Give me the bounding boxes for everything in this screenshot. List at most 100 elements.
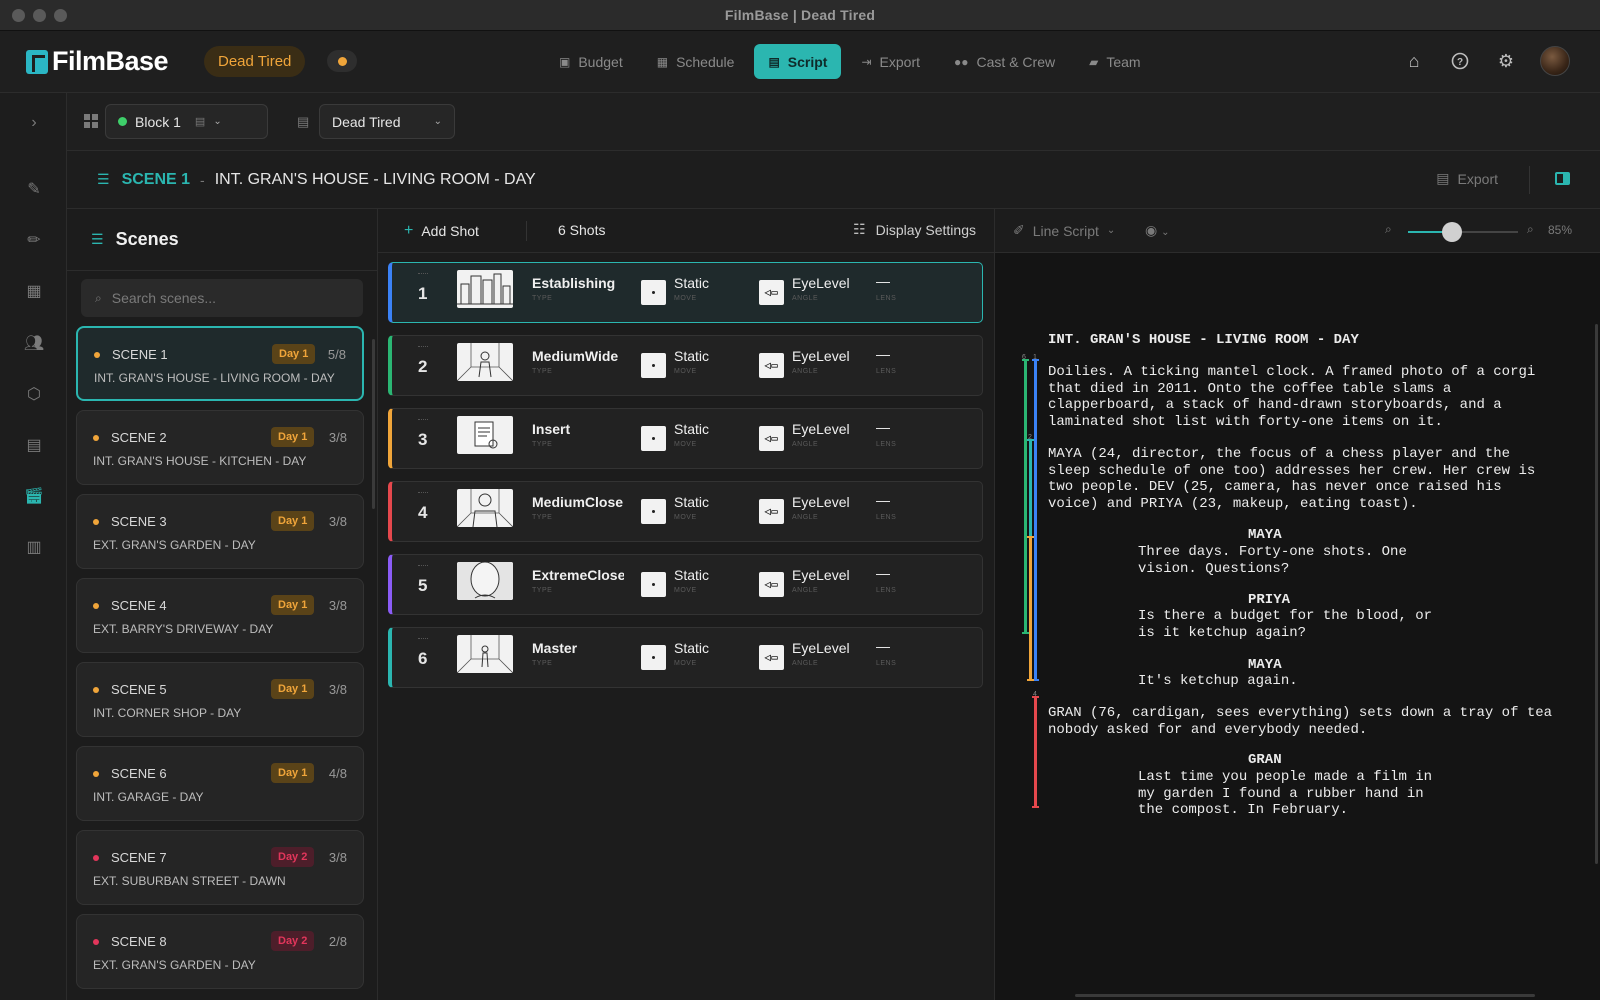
shot-bracket[interactable] — [1022, 359, 1029, 634]
shot-angle[interactable]: EyeLevel — [792, 494, 850, 510]
storyboard-thumbnail[interactable] — [457, 489, 513, 527]
tab-schedule[interactable]: ▦ Schedule — [643, 44, 749, 79]
panel-toggle-icon[interactable] — [1555, 172, 1570, 185]
shot-row[interactable]: 6 Master TYPE Static MOVE ◁▭ EyeLevel ANGLE — LEN… — [388, 627, 983, 688]
shot-type[interactable]: Insert — [532, 421, 624, 437]
storyboard-thumbnail[interactable] — [457, 562, 513, 600]
header-actions: ⌂ ? ⚙ — [1402, 46, 1570, 76]
drag-handle-icon[interactable] — [418, 346, 428, 348]
block-select[interactable]: Block 1 ▤ ⌄ — [105, 104, 268, 139]
scene-card[interactable]: SCENE 8 Day 2 2/8 EXT. GRAN'S GARDEN - DAY — [76, 914, 364, 989]
project-status-toggle[interactable] — [327, 50, 357, 72]
logo[interactable]: FilmBase — [26, 46, 169, 77]
cube-icon[interactable]: ⬡ — [22, 382, 46, 406]
shot-movement[interactable]: Static — [674, 640, 709, 656]
shot-type[interactable]: Establishing — [532, 275, 624, 291]
scene-card[interactable]: SCENE 4 Day 1 3/8 EXT. BARRY'S DRIVEWAY - D… — [76, 578, 364, 653]
shot-bracket[interactable] — [1032, 696, 1039, 808]
shot-row[interactable]: 3 Insert TYPE Static MOVE ◁▭ EyeLevel ANGLE — LEN… — [388, 408, 983, 469]
shot-angle[interactable]: EyeLevel — [792, 640, 850, 656]
drag-handle-icon[interactable] — [418, 565, 428, 567]
shot-lens[interactable]: — — [876, 492, 890, 508]
home-icon[interactable]: ⌂ — [1402, 49, 1426, 73]
scene-card[interactable]: SCENE 2 Day 1 3/8 INT. GRAN'S HOUSE - KITCH… — [76, 410, 364, 485]
shot-bracket[interactable] — [1027, 536, 1034, 681]
scene-card[interactable]: SCENE 3 Day 1 3/8 EXT. GRAN'S GARDEN - DAY — [76, 494, 364, 569]
search-input[interactable] — [111, 290, 332, 306]
close-window-button[interactable] — [12, 9, 25, 22]
pencil-icon[interactable]: ✏ — [22, 228, 46, 252]
avatar[interactable] — [1540, 46, 1570, 76]
separator: - — [200, 171, 205, 188]
shot-row[interactable]: 4 MediumClose TYPE Static MOVE ◁▭ EyeLevel ANGL… — [388, 481, 983, 542]
tab-budget[interactable]: ▣ Budget — [545, 44, 637, 79]
shot-lens[interactable]: — — [876, 273, 890, 289]
document-edit-icon[interactable]: ✎ — [22, 177, 46, 201]
add-shot-button[interactable]: + Add Shot — [404, 222, 479, 240]
scene-card[interactable]: SCENE 6 Day 1 4/8 INT. GARAGE - DAY — [76, 746, 364, 821]
people-icon[interactable]: 👥︎ — [22, 331, 46, 355]
tab-export[interactable]: ⇥ Export — [847, 44, 934, 79]
zoom-slider[interactable] — [1408, 222, 1518, 242]
shot-angle[interactable]: EyeLevel — [792, 567, 850, 583]
tab-script[interactable]: ▤ Script — [754, 44, 842, 79]
expand-chevron-icon[interactable]: › — [22, 111, 46, 135]
shot-movement[interactable]: Static — [674, 567, 709, 583]
drag-handle-icon[interactable] — [418, 419, 428, 421]
shot-movement[interactable]: Static — [674, 348, 709, 364]
zoom-in-icon[interactable]: ⌕ — [1527, 222, 1534, 237]
shot-angle[interactable]: EyeLevel — [792, 275, 850, 291]
horizontal-scrollbar[interactable] — [1075, 994, 1535, 997]
shot-movement[interactable]: Static — [674, 494, 709, 510]
project-pill[interactable]: Dead Tired — [204, 46, 306, 77]
scene-card[interactable]: SCENE 7 Day 2 3/8 EXT. SUBURBAN STREET - DA… — [76, 830, 364, 905]
shot-row[interactable]: 2 MediumWide TYPE Static MOVE ◁▭ EyeLevel ANGLE… — [388, 335, 983, 396]
storyboard-thumbnail[interactable] — [457, 416, 513, 454]
shot-lens[interactable]: — — [876, 346, 890, 362]
visibility-toggle[interactable]: ◉ ⌄ — [1145, 222, 1170, 239]
shot-movement[interactable]: Static — [674, 275, 709, 291]
storyboard-thumbnail[interactable] — [457, 343, 513, 381]
scrollbar[interactable] — [372, 339, 375, 509]
zoom-knob[interactable] — [1442, 222, 1462, 242]
display-settings-button[interactable]: ☷ Display Settings — [853, 221, 976, 238]
shot-lens[interactable]: — — [876, 419, 890, 435]
shot-row[interactable]: 1 Establishing TYPE Static MOVE ◁▭ EyeLevel ANG… — [388, 262, 983, 323]
shot-type[interactable]: MediumWide — [532, 348, 624, 364]
gear-icon[interactable]: ⚙ — [1494, 49, 1518, 73]
line-script-select[interactable]: ✐ Line Script ⌄ — [1013, 222, 1115, 239]
drag-handle-icon[interactable] — [418, 492, 428, 494]
shot-lens[interactable]: — — [876, 565, 890, 581]
shot-number: 4 — [418, 503, 428, 522]
film-icon[interactable]: ▥ — [22, 535, 46, 559]
storyboard-thumbnail[interactable] — [457, 270, 513, 308]
drag-handle-icon[interactable] — [418, 273, 428, 275]
day-badge: Day 2 — [271, 931, 315, 951]
zoom-window-button[interactable] — [54, 9, 67, 22]
clapperboard-icon[interactable]: 🎬︎ — [22, 484, 46, 508]
shot-angle[interactable]: EyeLevel — [792, 348, 850, 364]
grid-icon[interactable]: ▦ — [22, 279, 46, 303]
help-icon[interactable]: ? — [1448, 49, 1472, 73]
shot-type[interactable]: MediumClose — [532, 494, 624, 510]
shot-type[interactable]: Master — [532, 640, 624, 656]
scene-card[interactable]: SCENE 5 Day 1 3/8 INT. CORNER SHOP - DAY — [76, 662, 364, 737]
list-icon: ☰ — [97, 171, 110, 187]
shot-angle[interactable]: EyeLevel — [792, 421, 850, 437]
shot-row[interactable]: 5 ExtremeClose TYPE Static MOVE ◁▭ EyeLevel ANG… — [388, 554, 983, 615]
tab-team[interactable]: ▰ Team — [1075, 44, 1154, 79]
scene-card[interactable]: SCENE 1 Day 1 5/8 INT. GRAN'S HOUSE - LIVIN… — [76, 326, 364, 401]
notes-icon[interactable]: ▤ — [22, 433, 46, 457]
scrollbar[interactable] — [1595, 324, 1598, 864]
minimize-window-button[interactable] — [33, 9, 46, 22]
drag-handle-icon[interactable] — [418, 638, 428, 640]
tab-cast-crew[interactable]: ●● Cast & Crew — [940, 44, 1069, 79]
zoom-out-icon[interactable]: ⌕ — [1385, 222, 1392, 237]
export-button[interactable]: ▤ Export — [1436, 170, 1498, 187]
shot-bracket[interactable] — [1032, 359, 1039, 681]
script-select[interactable]: Dead Tired ⌄ — [319, 104, 455, 139]
shot-type[interactable]: ExtremeClose — [532, 567, 624, 583]
shot-movement[interactable]: Static — [674, 421, 709, 437]
shot-lens[interactable]: — — [876, 638, 890, 654]
storyboard-thumbnail[interactable] — [457, 635, 513, 673]
